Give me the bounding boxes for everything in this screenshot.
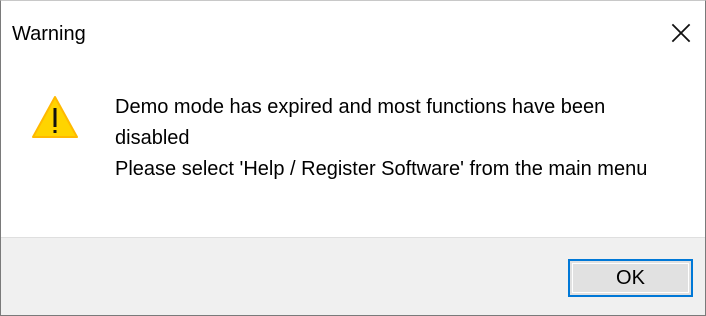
message-area: Demo mode has expired and most functions… <box>1 67 705 237</box>
warning-dialog: Warning Demo mode has expired and most f… <box>0 0 706 316</box>
warning-icon <box>32 96 78 138</box>
close-button[interactable] <box>659 11 703 55</box>
message-line-2: Please select 'Help / Register Software'… <box>115 158 648 180</box>
dialog-title: Warning <box>12 23 86 45</box>
ok-button-label: OK <box>616 266 645 289</box>
close-icon <box>671 23 691 43</box>
message-line-1: Demo mode has expired and most functions… <box>115 96 606 149</box>
button-bar: OK <box>1 237 705 315</box>
ok-button[interactable]: OK <box>568 259 693 297</box>
message-text: Demo mode has expired and most functions… <box>115 92 685 185</box>
title-bar: Warning <box>1 1 705 67</box>
